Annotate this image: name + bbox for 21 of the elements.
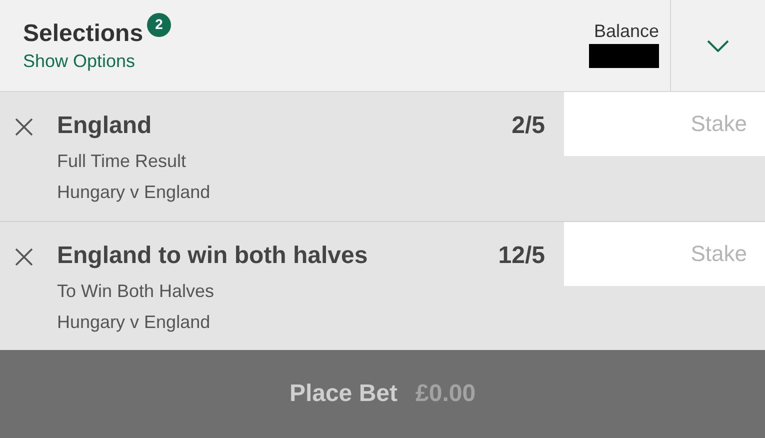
close-icon [14,247,34,267]
market-name: Full Time Result [57,150,188,173]
balance-label: Balance [594,20,659,42]
remove-selection-button[interactable] [14,247,34,267]
chevron-down-icon [707,40,729,52]
panel-title: Selections [23,18,144,48]
show-options-link[interactable]: Show Options [23,48,136,72]
odds: 12/5 [498,242,545,270]
remove-selection-button[interactable] [14,117,34,137]
selection-name: England to win both halves [57,242,368,270]
event-name: Hungary v England [57,181,212,204]
hidden-balance-block [589,44,659,68]
stake-input-field[interactable]: Stake [564,92,765,156]
place-bet-label: Place Bet [289,379,398,409]
selection-name: England [57,112,152,140]
selection-count-badge: 2 [147,12,172,36]
close-icon [14,117,34,137]
stake-input-field[interactable]: Stake [564,222,765,286]
event-name: Hungary v England [57,311,212,334]
market-name: To Win Both Halves [57,280,216,303]
odds: 2/5 [512,112,545,140]
